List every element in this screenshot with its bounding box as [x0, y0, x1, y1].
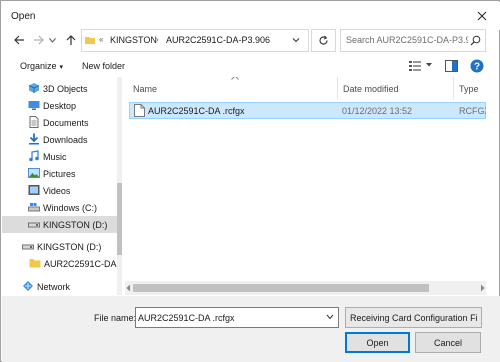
- sidebar-item-label: Pictures: [43, 169, 76, 179]
- music-icon: [29, 150, 39, 162]
- sidebar-item-music[interactable]: Music: [2, 148, 118, 165]
- sort-ascending-icon: [231, 77, 239, 80]
- dialog-footer: File name: Receiving Card Configuration …: [2, 296, 500, 362]
- chevron-down-icon[interactable]: [292, 35, 300, 45]
- address-segment-drive[interactable]: KINGSTON: [110, 35, 157, 45]
- table-row[interactable]: AUR2C2591C-DA .rcfgx 01/12/2022 13:52 RC…: [129, 102, 486, 119]
- arrow-left-icon: [14, 35, 24, 45]
- scrollbar-thumb[interactable]: [117, 183, 122, 255]
- help-icon[interactable]: ?: [470, 59, 484, 73]
- open-dialog: Open « KINGSTON › AUR2C2591C-DA-P3.906 S…: [0, 0, 500, 362]
- sidebar-item-kingston-d[interactable]: KINGSTON (D:): [2, 238, 118, 255]
- organize-button[interactable]: Organize ▾: [20, 61, 63, 71]
- sidebar-item-label: Downloads: [43, 135, 88, 145]
- column-header-name[interactable]: Name: [133, 84, 157, 94]
- sidebar-item-network[interactable]: Network: [2, 278, 118, 295]
- view-details-icon[interactable]: [409, 60, 422, 72]
- file-date-modified: 01/12/2022 13:52: [342, 106, 413, 116]
- drive-icon: [28, 203, 40, 212]
- file-list: Name Date modified Type AUR2C2591C-DA .r…: [125, 77, 486, 295]
- svg-text:?: ?: [474, 62, 480, 73]
- refresh-icon: [319, 35, 328, 45]
- caret-down-icon: ▾: [59, 64, 64, 71]
- organize-label: Organize: [20, 61, 57, 71]
- file-icon: [134, 104, 145, 117]
- chevron-down-icon[interactable]: [326, 314, 334, 320]
- usb-drive-icon: [28, 222, 40, 228]
- sidebar-item-label: Documents: [43, 118, 89, 128]
- sidebar-item-label: AUR2C2591C-DA: [44, 259, 117, 269]
- arrow-up-icon: [66, 35, 76, 45]
- file-type-selected: Receiving Card Configuration Fi: [350, 313, 478, 323]
- column-header-date-modified[interactable]: Date modified: [343, 84, 399, 94]
- scrollbar-thumb[interactable]: [133, 284, 429, 292]
- sidebar-item-kingston-d-selected[interactable]: KINGSTON (D:): [2, 216, 118, 233]
- window-title: Open: [11, 11, 36, 22]
- address-bar[interactable]: « KINGSTON › AUR2C2591C-DA-P3.906: [81, 29, 309, 52]
- new-folder-button[interactable]: New folder: [82, 61, 125, 71]
- chevron-down-icon: [48, 37, 56, 43]
- usb-drive-icon: [22, 244, 34, 250]
- recent-locations-button[interactable]: [47, 31, 57, 49]
- command-bar: Organize ▾ New folder ?: [2, 57, 500, 77]
- search-icon: [470, 35, 481, 46]
- address-overflow[interactable]: «: [99, 35, 103, 44]
- sidebar-item-documents[interactable]: Documents: [2, 114, 118, 131]
- file-name-input[interactable]: [138, 311, 323, 324]
- cancel-button[interactable]: Cancel: [415, 332, 481, 353]
- column-divider[interactable]: [453, 77, 454, 99]
- sidebar-item-downloads[interactable]: Downloads: [2, 131, 118, 148]
- sidebar-item-desktop[interactable]: Desktop: [2, 97, 118, 114]
- chevron-down-icon[interactable]: [426, 63, 432, 67]
- file-type-select[interactable]: Receiving Card Configuration Fi: [345, 307, 482, 328]
- chevron-right-icon[interactable]: ›: [156, 35, 159, 44]
- arrow-right-icon: [34, 35, 44, 45]
- sidebar-item-label: Music: [43, 152, 67, 162]
- address-segment-folder[interactable]: AUR2C2591C-DA-P3.906: [166, 35, 270, 45]
- forward-button[interactable]: [30, 31, 48, 49]
- sidebar-item-windows-c[interactable]: Windows (C:): [2, 199, 118, 216]
- pictures-icon: [28, 168, 40, 178]
- navigation-scrollbar[interactable]: [117, 77, 122, 295]
- sidebar-item-label: Desktop: [43, 101, 77, 111]
- sidebar-item-label: Windows (C:): [43, 203, 98, 213]
- file-name-label: File name:: [94, 313, 137, 323]
- refresh-button[interactable]: [311, 29, 336, 52]
- sidebar-item-3d-objects[interactable]: 3D Objects: [2, 80, 118, 97]
- up-button[interactable]: [62, 31, 80, 49]
- close-button[interactable]: [470, 5, 494, 27]
- sidebar-item-pictures[interactable]: Pictures: [2, 165, 118, 182]
- navigation-pane: 3D Objects Desktop Documents Downloads M…: [2, 77, 122, 295]
- sidebar-item-videos[interactable]: Videos: [2, 182, 118, 199]
- sidebar-item-label: KINGSTON (D:): [43, 220, 108, 230]
- open-button[interactable]: Open: [345, 332, 410, 353]
- folder-icon: [29, 259, 41, 268]
- search-input[interactable]: Search AUR2C2591C-DA-P3.9...: [346, 35, 468, 45]
- sidebar-item-label: Network: [37, 282, 71, 292]
- desktop-icon: [28, 101, 40, 110]
- horizontal-scrollbar[interactable]: [125, 281, 486, 295]
- downloads-icon: [29, 133, 39, 145]
- scroll-left-icon[interactable]: [125, 284, 132, 292]
- title-bar: Open: [2, 2, 500, 30]
- sidebar-item-label: KINGSTON (D:): [37, 242, 102, 252]
- network-icon: [23, 281, 33, 291]
- preview-pane-icon[interactable]: [445, 60, 458, 72]
- sidebar-item-aur-folder[interactable]: AUR2C2591C-DA: [2, 255, 118, 272]
- sidebar-item-label: 3D Objects: [43, 84, 88, 94]
- file-name-combobox[interactable]: [135, 307, 339, 328]
- back-button[interactable]: [10, 31, 28, 49]
- sidebar-item-label: Videos: [43, 186, 71, 196]
- close-icon: [477, 11, 487, 21]
- file-name: AUR2C2591C-DA .rcfgx: [148, 106, 245, 116]
- folder-icon: [85, 37, 95, 44]
- column-divider[interactable]: [337, 77, 338, 99]
- scroll-right-icon[interactable]: [479, 284, 486, 292]
- search-box[interactable]: Search AUR2C2591C-DA-P3.9...: [340, 29, 486, 52]
- column-header-type[interactable]: Type: [459, 84, 479, 94]
- documents-icon: [29, 116, 39, 128]
- 3d-objects-icon: [28, 83, 40, 93]
- videos-icon: [28, 185, 40, 195]
- file-type: RCFGX File: [459, 106, 486, 116]
